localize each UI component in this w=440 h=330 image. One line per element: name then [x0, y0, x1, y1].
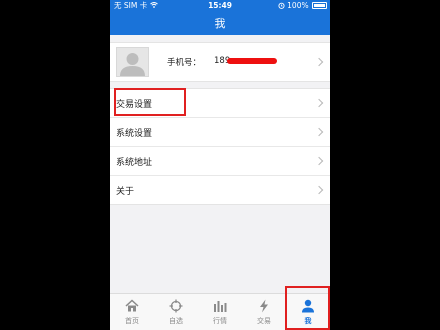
- page-title: 我: [214, 17, 226, 30]
- nav-bar: 我: [110, 12, 330, 35]
- menu-item-label: 关于: [116, 187, 135, 197]
- menu-item-system-settings[interactable]: 系统设置: [110, 118, 330, 147]
- chevron-right-icon: [314, 185, 324, 195]
- phone-label: 手机号：: [167, 58, 202, 68]
- tab-home[interactable]: 首页: [110, 294, 154, 330]
- chevron-right-icon: [314, 98, 324, 108]
- avatar[interactable]: [116, 47, 149, 77]
- chevron-right-icon: [314, 127, 324, 137]
- alarm-icon: [278, 1, 287, 10]
- menu-item-label: 系统设置: [116, 129, 153, 139]
- battery-icon: [312, 2, 327, 9]
- tab-trade[interactable]: 交易: [242, 294, 286, 330]
- lightning-icon: [260, 299, 268, 313]
- profile-row[interactable]: 手机号： 189: [110, 42, 330, 82]
- status-bar: 无 SIM 卡 15:49 100%: [110, 0, 330, 12]
- menu-item-label: 系统地址: [116, 158, 153, 168]
- tab-label: 行情: [213, 317, 227, 325]
- tab-label: 自选: [169, 317, 183, 325]
- status-right: 100%: [278, 0, 327, 12]
- trade-settings-highlight: [114, 88, 186, 116]
- avatar-placeholder-icon: [120, 53, 145, 76]
- home-icon: [125, 299, 139, 312]
- tab-label: 交易: [257, 317, 271, 325]
- crosshair-icon: [169, 299, 183, 313]
- phone-redaction: [227, 58, 277, 64]
- tab-market[interactable]: 行情: [198, 294, 242, 330]
- me-tab-highlight: [285, 286, 330, 330]
- menu-item-system-address[interactable]: 系统地址: [110, 147, 330, 176]
- chevron-right-icon: [314, 156, 324, 166]
- battery-percent: 100%: [287, 1, 309, 10]
- phone-screen: 无 SIM 卡 15:49 100% 我 手机号： 189 交易设置 系统设置 …: [110, 0, 330, 330]
- menu-item-about[interactable]: 关于: [110, 176, 330, 204]
- bar-chart-icon: [214, 301, 227, 312]
- tab-watchlist[interactable]: 自选: [154, 294, 198, 330]
- tab-label: 首页: [125, 317, 139, 325]
- chevron-right-icon: [314, 57, 324, 67]
